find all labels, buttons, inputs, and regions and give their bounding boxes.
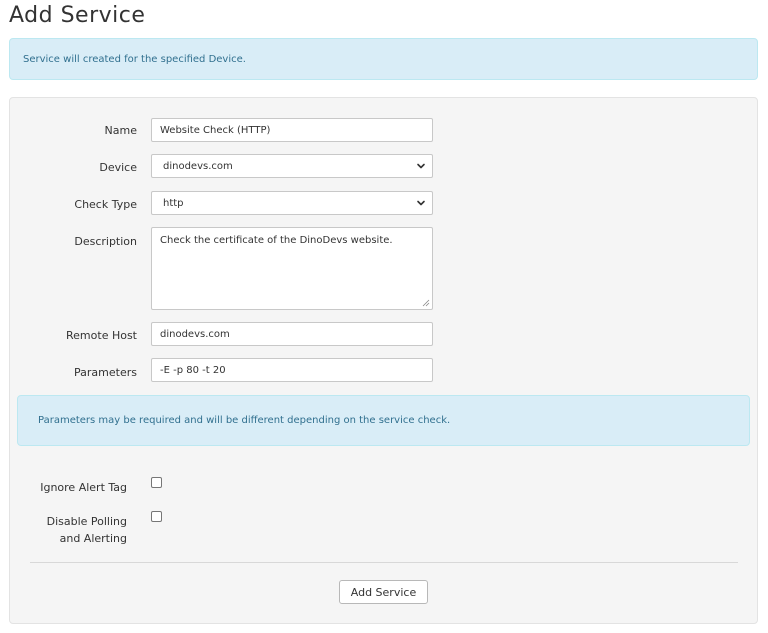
disable-polling-label: Disable Polling and Alerting [9, 515, 127, 546]
description-textarea-value: Check the certificate of the DinoDevs we… [160, 235, 393, 246]
remote-host-input-value: dinodevs.com [160, 328, 230, 340]
parameters-help-alert: Parameters may be required and will be d… [17, 395, 750, 446]
remote-host-label: Remote Host [66, 329, 137, 342]
add-service-button[interactable]: Add Service [339, 580, 428, 604]
form-divider [30, 562, 738, 563]
ignore-alert-tag-label: Ignore Alert Tag [40, 481, 127, 494]
check-type-label: Check Type [74, 198, 137, 211]
parameters-input-value: -E -p 80 -t 20 [160, 364, 226, 376]
remote-host-input[interactable]: dinodevs.com [151, 322, 433, 346]
page-title: Add Service [9, 3, 146, 28]
description-textarea[interactable]: Check the certificate of the DinoDevs we… [151, 227, 433, 310]
info-alert-text: Service will created for the specified D… [23, 53, 246, 65]
description-label: Description [74, 235, 137, 248]
resize-handle-icon[interactable] [422, 299, 430, 307]
name-label: Name [104, 124, 137, 137]
name-input-value: Website Check (HTTP) [160, 124, 271, 136]
disable-polling-checkbox[interactable] [151, 511, 162, 522]
parameters-label: Parameters [74, 366, 137, 379]
disable-polling-label-line2: and Alerting [59, 532, 127, 545]
info-alert: Service will created for the specified D… [9, 38, 758, 80]
check-type-select-value: http [163, 197, 184, 209]
ignore-alert-tag-checkbox[interactable] [151, 477, 162, 488]
parameters-help-text: Parameters may be required and will be d… [38, 415, 451, 426]
chevron-down-icon [417, 200, 425, 206]
device-select[interactable]: dinodevs.com [151, 154, 433, 178]
device-label: Device [99, 161, 137, 174]
device-select-value: dinodevs.com [163, 160, 233, 172]
check-type-select[interactable]: http [151, 191, 433, 215]
chevron-down-icon [417, 163, 425, 169]
disable-polling-label-line1: Disable Polling [46, 515, 127, 528]
name-input[interactable]: Website Check (HTTP) [151, 118, 433, 142]
parameters-input[interactable]: -E -p 80 -t 20 [151, 358, 433, 382]
